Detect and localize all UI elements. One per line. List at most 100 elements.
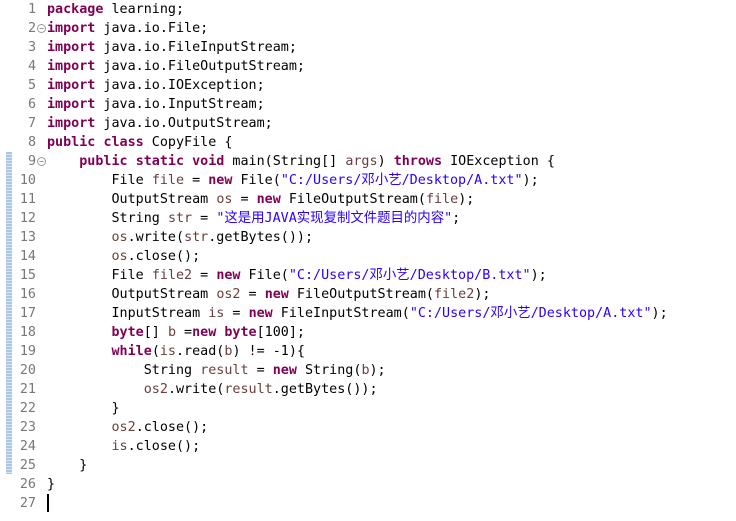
code-text[interactable]: is.close(); [47, 437, 201, 456]
code-line[interactable]: 12 String str = "这是用JAVA实现复制文件题目的内容"; [0, 209, 736, 228]
code-line[interactable]: 1 package learning; [0, 0, 736, 19]
code-token: .close(); [135, 420, 209, 435]
code-line[interactable]: 9− public static void main(String[] args… [0, 152, 736, 171]
code-line[interactable]: 15 File file2 = new File("C:/Users/邓小艺/D… [0, 266, 736, 285]
code-token: .getBytes()); [272, 382, 378, 397]
code-line[interactable]: 5 import java.io.IOException; [0, 76, 736, 95]
code-token: .write( [127, 230, 185, 245]
code-text[interactable]: import java.io.InputStream; [47, 95, 265, 114]
code-text[interactable]: } [47, 475, 55, 494]
line-number: 7 [27, 116, 36, 131]
keyword-token: void [192, 154, 225, 169]
text-cursor [47, 494, 49, 512]
code-token: = [184, 173, 209, 188]
keyword-token: import [47, 78, 96, 93]
fold-toggle-icon[interactable]: − [37, 24, 46, 33]
code-text[interactable]: import java.io.FileOutputStream; [47, 57, 305, 76]
code-line[interactable]: 19 while(is.read(b) != -1){ [0, 342, 736, 361]
code-token: ) != -1){ [232, 344, 305, 359]
code-line[interactable]: 2− import java.io.File; [0, 19, 736, 38]
keyword-token: class [103, 135, 144, 150]
code-text[interactable]: OutputStream os = new FileOutputStream(f… [47, 190, 474, 209]
code-line[interactable]: 22 } [0, 399, 736, 418]
code-text[interactable]: os2.close(); [47, 418, 209, 437]
code-token: java.io.FileOutputStream; [95, 59, 305, 74]
code-text[interactable]: String str = "这是用JAVA实现复制文件题目的内容"; [47, 209, 460, 228]
code-text[interactable]: os.write(str.getBytes()); [47, 228, 314, 247]
code-token: = [232, 192, 257, 207]
code-text[interactable]: File file = new File("C:/Users/邓小艺/Deskt… [47, 171, 538, 190]
line-number: 20 [19, 363, 36, 378]
code-line[interactable]: 13 os.write(str.getBytes()); [0, 228, 736, 247]
code-line[interactable]: 25 } [0, 456, 736, 475]
code-token: ) [377, 154, 394, 169]
code-line[interactable]: 8 public class CopyFile { [0, 133, 736, 152]
code-editor[interactable]: 1 package learning; 2− import java.io.File;… [0, 0, 736, 521]
code-line[interactable]: 11 OutputStream os = new FileOutputStrea… [0, 190, 736, 209]
code-text[interactable]: } [47, 456, 87, 475]
code-line[interactable]: 26} [0, 475, 736, 494]
code-line[interactable]: 20 String result = new String(b); [0, 361, 736, 380]
code-line[interactable]: 18 byte[] b =new byte[100]; [0, 323, 736, 342]
code-line[interactable]: 7 import java.io.OutputStream; [0, 114, 736, 133]
code-line[interactable]: 21 os2.write(result.getBytes()); [0, 380, 736, 399]
code-line[interactable]: 14 os.close(); [0, 247, 736, 266]
code-line[interactable]: 3 import java.io.FileInputStream; [0, 38, 736, 57]
code-line[interactable]: 4 import java.io.FileOutputStream; [0, 57, 736, 76]
line-number: 23 [19, 420, 36, 435]
code-text[interactable]: os2.write(result.getBytes()); [47, 380, 378, 399]
code-line[interactable]: 17 InputStream is = new FileInputStream(… [0, 304, 736, 323]
variable-token: file2 [151, 268, 193, 283]
code-text[interactable]: InputStream is = new FileInputStream("C:… [47, 304, 667, 323]
code-text[interactable]: import java.io.File; [47, 19, 208, 38]
variable-token: file [151, 173, 185, 188]
code-text[interactable]: } [47, 399, 119, 418]
code-line[interactable]: 16 OutputStream os2 = new FileOutputStre… [0, 285, 736, 304]
code-text[interactable]: import java.io.FileInputStream; [47, 38, 297, 57]
code-token: InputStream [47, 306, 209, 321]
code-line[interactable]: 24 is.close(); [0, 437, 736, 456]
variable-token: result [224, 382, 273, 397]
code-line[interactable]: 23 os2.close(); [0, 418, 736, 437]
code-text[interactable]: File file2 = new File("C:/Users/邓小艺/Desk… [47, 266, 546, 285]
variable-token: result [200, 363, 249, 378]
keyword-token: import [47, 40, 96, 55]
line-number: 10 [19, 173, 36, 188]
code-token: java.io.FileInputStream; [95, 40, 297, 55]
code-line[interactable]: 10 File file = new File("C:/Users/邓小艺/De… [0, 171, 736, 190]
code-token: = [192, 211, 217, 226]
code-text[interactable]: package learning; [47, 0, 184, 19]
code-text[interactable]: os.close(); [47, 247, 201, 266]
code-token: .read( [176, 344, 225, 359]
code-text[interactable]: import java.io.IOException; [47, 76, 265, 95]
code-text[interactable]: import java.io.OutputStream; [47, 114, 273, 133]
keyword-token: throws [393, 154, 443, 169]
code-text[interactable]: String result = new String(b); [47, 361, 386, 380]
line-number: 19 [19, 344, 36, 359]
code-token: = [192, 268, 217, 283]
code-token: .write( [167, 382, 225, 397]
code-line[interactable]: 6 import java.io.InputStream; [0, 95, 736, 114]
code-text[interactable]: public class CopyFile { [47, 133, 232, 152]
code-line[interactable]: 27 [0, 494, 736, 513]
code-token: .close(); [127, 439, 201, 454]
keyword-token: import [47, 97, 96, 112]
code-text[interactable]: while(is.read(b) != -1){ [47, 342, 306, 361]
code-text[interactable]: public static void main(String[] args) t… [47, 152, 555, 171]
line-number: 13 [19, 230, 36, 245]
code-text[interactable]: byte[] b =new byte[100]; [47, 323, 306, 342]
code-text[interactable]: OutputStream os2 = new FileOutputStream(… [47, 285, 490, 304]
code-token: File( [240, 268, 289, 283]
variable-token: os2 [216, 287, 241, 302]
fold-toggle-icon[interactable]: − [37, 157, 46, 166]
variable-token: str [167, 211, 193, 226]
line-number: 24 [19, 439, 36, 454]
keyword-token: new [216, 268, 241, 283]
keyword-token: import [47, 116, 96, 131]
code-token: } [47, 477, 56, 492]
